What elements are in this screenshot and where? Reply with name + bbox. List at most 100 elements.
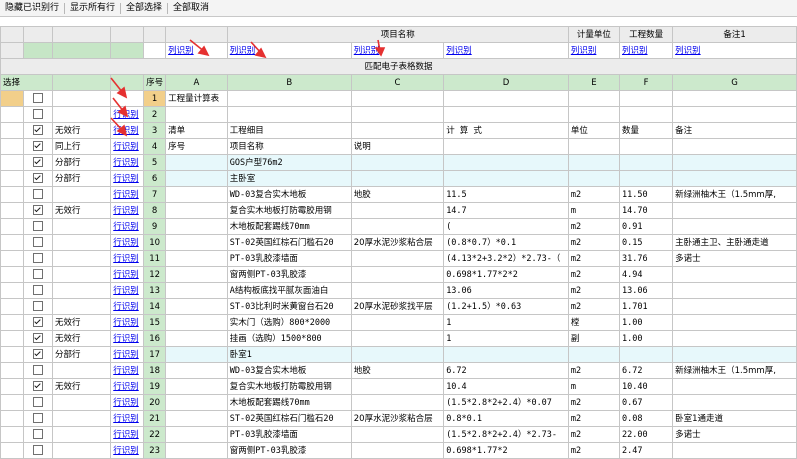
row-select-cell[interactable] bbox=[22, 186, 54, 203]
cell-f[interactable] bbox=[619, 138, 674, 155]
row-select-cell[interactable] bbox=[22, 154, 54, 171]
cell-e[interactable]: m2 bbox=[567, 282, 621, 299]
mapping-col-e[interactable]: 列识别 bbox=[567, 42, 621, 59]
cell-f[interactable]: 数量 bbox=[619, 122, 674, 139]
row-recognize-link[interactable]: 行识别 bbox=[113, 286, 139, 296]
cell-e[interactable]: m2 bbox=[567, 266, 621, 283]
cell-b[interactable]: GOS户型76m2 bbox=[226, 154, 352, 171]
row-select-checkbox[interactable] bbox=[32, 109, 43, 119]
cell-g[interactable] bbox=[672, 330, 797, 347]
table-row[interactable]: 行识别 13 A结构板底找平腻灰面油白 13.06 m2 13.06 bbox=[0, 282, 797, 299]
cell-b[interactable]: WD-03复合实木地板 bbox=[226, 362, 352, 379]
row-type-cell[interactable]: 无效行 bbox=[52, 202, 112, 219]
row-select-cell[interactable] bbox=[22, 426, 54, 443]
show-all-rows-button[interactable]: 显示所有行 bbox=[65, 1, 120, 15]
row-recognize-cell[interactable]: 行识别 bbox=[110, 170, 145, 187]
row-select-checkbox[interactable] bbox=[32, 189, 43, 199]
row-type-cell[interactable] bbox=[52, 426, 112, 443]
row-select-cell[interactable] bbox=[22, 138, 54, 155]
cell-e[interactable]: m bbox=[567, 378, 621, 395]
row-type-cell[interactable]: 无效行 bbox=[52, 314, 112, 331]
cell-e[interactable]: 副 bbox=[567, 330, 621, 347]
row-select-checkbox[interactable] bbox=[32, 285, 43, 295]
column-letter-d[interactable]: D bbox=[443, 74, 569, 91]
cell-b[interactable]: PT-03乳胶漆墙面 bbox=[226, 426, 352, 443]
row-recognize-link[interactable]: 行识别 bbox=[113, 430, 139, 440]
cell-d[interactable]: (4.13*2+3.2*2）*2.73-（ bbox=[443, 250, 569, 267]
row-select-checkbox[interactable] bbox=[32, 429, 43, 439]
row-recognize-link[interactable]: 行识别 bbox=[113, 174, 139, 184]
row-marker[interactable] bbox=[0, 266, 24, 283]
row-select-checkbox[interactable] bbox=[32, 317, 43, 327]
row-type-cell[interactable] bbox=[52, 186, 112, 203]
row-recognize-link[interactable]: 行识别 bbox=[113, 382, 139, 392]
cell-g[interactable]: 新绿洲柚木王（1.5mm厚, bbox=[672, 186, 797, 203]
mapping-col-f[interactable]: 列识别 bbox=[619, 42, 674, 59]
table-row[interactable]: 行识别 12 窗两侧PT-03乳胶漆 0.698*1.77*2*2 m2 4.94 bbox=[0, 266, 797, 283]
row-marker[interactable] bbox=[0, 218, 24, 235]
cell-d[interactable]: (1.2+1.5）*0.63 bbox=[443, 298, 569, 315]
cell-g[interactable]: 多诺士 bbox=[672, 426, 797, 443]
cell-d[interactable]: (1.5*2.8*2+2.4）*0.07 bbox=[443, 394, 569, 411]
cell-g[interactable] bbox=[672, 138, 797, 155]
cell-a[interactable] bbox=[165, 218, 228, 235]
row-recognize-cell[interactable]: 行识别 bbox=[110, 394, 145, 411]
row-marker[interactable] bbox=[0, 234, 24, 251]
row-select-cell[interactable] bbox=[22, 330, 54, 347]
cell-e[interactable]: 樘 bbox=[567, 314, 621, 331]
row-type-cell[interactable]: 分部行 bbox=[52, 170, 112, 187]
table-row[interactable]: 行识别 11 PT-03乳胶漆墙面 (4.13*2+3.2*2）*2.73-（ m2 31… bbox=[0, 250, 797, 267]
cell-d[interactable]: 1 bbox=[443, 330, 569, 347]
cell-g[interactable] bbox=[672, 90, 797, 107]
row-select-cell[interactable] bbox=[22, 234, 54, 251]
cell-a[interactable] bbox=[165, 234, 228, 251]
row-select-checkbox[interactable] bbox=[32, 397, 43, 407]
row-recognize-cell[interactable]: 行识别 bbox=[110, 234, 145, 251]
row-recognize-link[interactable]: 行识别 bbox=[113, 366, 139, 376]
column-recognize-link-d[interactable]: 列识别 bbox=[446, 46, 472, 56]
row-marker[interactable] bbox=[0, 394, 24, 411]
table-row[interactable]: 分部行 行识别 6 主卧室 bbox=[0, 170, 797, 187]
row-recognize-link[interactable]: 行识别 bbox=[113, 254, 139, 264]
cell-b[interactable]: ST-03比利时米黄窗台石20 bbox=[226, 298, 352, 315]
cell-g[interactable] bbox=[672, 298, 797, 315]
cell-a[interactable] bbox=[165, 394, 228, 411]
cell-a[interactable]: 清单 bbox=[165, 122, 228, 139]
row-recognize-link[interactable]: 行识别 bbox=[113, 190, 139, 200]
row-recognize-link[interactable]: 行识别 bbox=[113, 398, 139, 408]
cell-f[interactable] bbox=[619, 346, 674, 363]
cell-c[interactable] bbox=[350, 378, 445, 395]
table-row[interactable]: 行识别 2 bbox=[0, 106, 797, 123]
row-recognize-cell[interactable]: 行识别 bbox=[110, 266, 145, 283]
cell-c[interactable] bbox=[350, 442, 445, 459]
row-marker[interactable] bbox=[0, 138, 24, 155]
cell-c[interactable]: 20厚水泥沙浆粘合层 bbox=[350, 410, 445, 427]
cell-b[interactable]: PT-03乳胶漆墙面 bbox=[226, 250, 352, 267]
cell-d[interactable]: 0.698*1.77*2 bbox=[443, 442, 569, 459]
row-recognize-link[interactable]: 行识别 bbox=[113, 334, 139, 344]
column-recognize-link-b[interactable]: 列识别 bbox=[230, 46, 256, 56]
row-recognize-link[interactable]: 行识别 bbox=[113, 302, 139, 312]
cell-e[interactable] bbox=[567, 154, 621, 171]
row-recognize-cell[interactable]: 行识别 bbox=[110, 298, 145, 315]
cell-d[interactable] bbox=[443, 106, 569, 123]
row-select-cell[interactable] bbox=[22, 250, 54, 267]
cell-b[interactable]: 实木门（选购）800*2000 bbox=[226, 314, 352, 331]
row-select-checkbox[interactable] bbox=[32, 301, 43, 311]
row-marker[interactable] bbox=[0, 426, 24, 443]
row-type-cell[interactable] bbox=[52, 362, 112, 379]
row-recognize-link[interactable]: 行识别 bbox=[113, 270, 139, 280]
row-select-cell[interactable] bbox=[22, 202, 54, 219]
cell-c[interactable] bbox=[350, 218, 445, 235]
row-marker[interactable] bbox=[0, 250, 24, 267]
cell-d[interactable]: (1.5*2.8*2+2.4）*2.73- bbox=[443, 426, 569, 443]
cell-f[interactable]: 0.15 bbox=[619, 234, 674, 251]
cell-f[interactable] bbox=[619, 154, 674, 171]
cell-f[interactable] bbox=[619, 90, 674, 107]
mapping-col-b[interactable]: 列识别 bbox=[226, 42, 352, 59]
row-type-cell[interactable] bbox=[52, 106, 112, 123]
row-recognize-cell[interactable]: 行识别 bbox=[110, 122, 145, 139]
table-row[interactable]: 同上行 行识别 4 序号 项目名称 说明 bbox=[0, 138, 797, 155]
row-select-cell[interactable] bbox=[22, 106, 54, 123]
cell-d[interactable]: (0.8*0.7）*0.1 bbox=[443, 234, 569, 251]
